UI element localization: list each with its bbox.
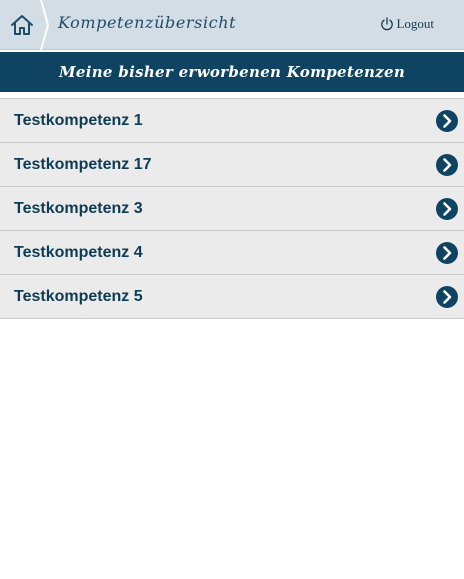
chevron-right-icon[interactable] (436, 109, 458, 132)
page-title: Kompetenzübersicht (58, 13, 237, 32)
list-item-label: Testkompetenz 4 (14, 243, 143, 261)
section-title: Meine bisher erworbenen Kompetenzen (58, 63, 406, 81)
chevron-right-icon[interactable] (436, 197, 458, 220)
breadcrumb-separator (40, 0, 50, 50)
chevron-right-icon[interactable] (436, 241, 458, 264)
logout-label: Logout (396, 16, 434, 31)
home-icon (11, 15, 33, 35)
chevron-right-icon[interactable] (436, 285, 458, 308)
home-button[interactable] (0, 0, 44, 50)
list-item[interactable]: Testkompetenz 17 (0, 143, 464, 187)
section-header: Meine bisher erworbenen Kompetenzen (0, 52, 464, 92)
chevron-right-icon[interactable] (436, 153, 458, 176)
list-item[interactable]: Testkompetenz 3 (0, 187, 464, 231)
list-item-label: Testkompetenz 3 (14, 199, 143, 217)
list-item-label: Testkompetenz 17 (14, 155, 152, 173)
competency-list: Testkompetenz 1 Testkompetenz 17 Testkom… (0, 98, 464, 319)
power-icon (381, 17, 394, 31)
list-item-label: Testkompetenz 5 (14, 287, 143, 305)
top-navigation-bar: Kompetenzübersicht Logout (0, 0, 464, 50)
logout-button[interactable]: Logout (380, 16, 434, 32)
list-item[interactable]: Testkompetenz 5 (0, 275, 464, 319)
list-item-label: Testkompetenz 1 (14, 111, 143, 129)
list-item[interactable]: Testkompetenz 1 (0, 99, 464, 143)
list-item[interactable]: Testkompetenz 4 (0, 231, 464, 275)
